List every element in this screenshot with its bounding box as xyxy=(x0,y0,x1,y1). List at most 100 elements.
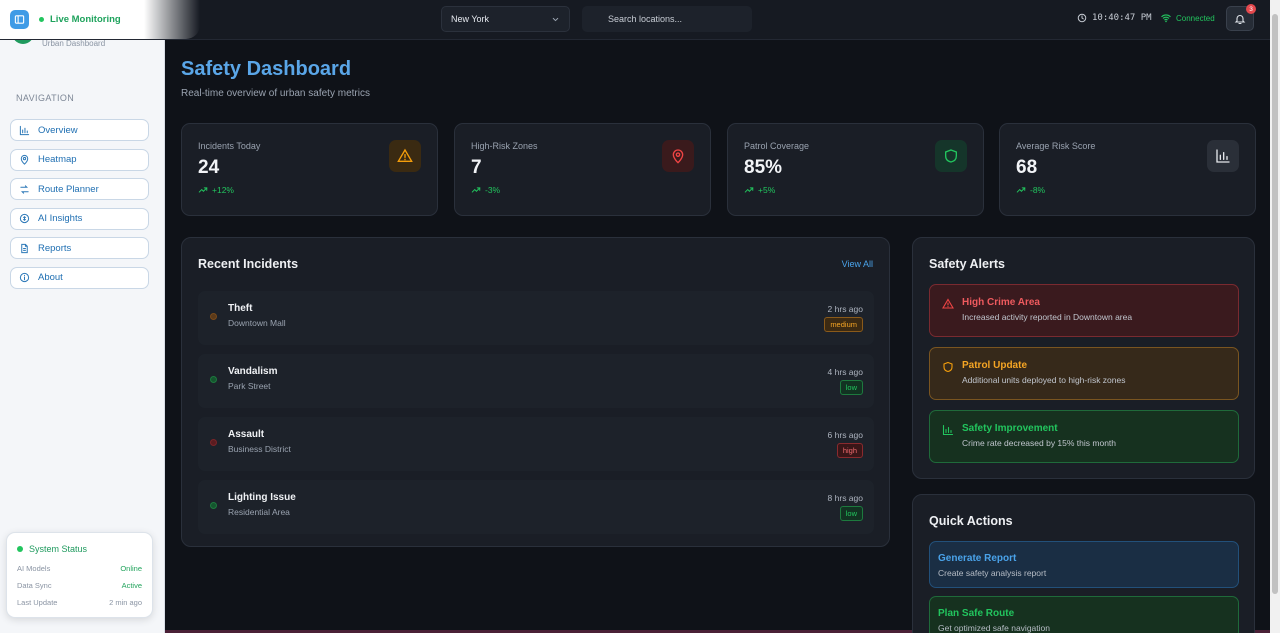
warning-icon xyxy=(942,298,954,310)
severity-dot xyxy=(210,439,217,446)
stat-value: 68 xyxy=(1016,157,1038,178)
stat-card-patrol-coverage: Patrol Coverage 85% +5% xyxy=(727,123,984,216)
trending-up-icon xyxy=(1016,185,1026,195)
stat-value: 85% xyxy=(744,157,783,178)
sidebar-item-label: AI Insights xyxy=(38,213,83,224)
sidebar-item-overview[interactable]: Overview xyxy=(10,119,149,141)
stat-change: +12% xyxy=(198,185,421,195)
bar-chart-icon xyxy=(19,125,30,136)
search-input[interactable] xyxy=(582,6,752,32)
page-subtitle: Real-time overview of urban safety metri… xyxy=(181,88,370,99)
brain-icon xyxy=(19,213,30,224)
incident-time: 6 hrs ago xyxy=(827,430,863,440)
recent-incidents-title: Recent Incidents xyxy=(198,257,299,271)
clock-icon xyxy=(1077,13,1087,23)
severity-dot xyxy=(210,502,217,509)
stat-card-high-risk-zones: High-Risk Zones 7 -3% xyxy=(454,123,711,216)
view-all-link[interactable]: View All xyxy=(842,259,873,269)
bar-chart-icon xyxy=(1207,140,1239,172)
alert-card-high-crime[interactable]: High Crime Area Increased activity repor… xyxy=(929,284,1239,337)
shield-icon xyxy=(935,140,967,172)
city-select[interactable]: New York xyxy=(441,6,570,32)
clock-time: 10:40:47 PM xyxy=(1092,13,1152,23)
chevron-down-icon xyxy=(551,15,560,24)
sidebar-item-heatmap[interactable]: Heatmap xyxy=(10,148,149,171)
stat-change: +5% xyxy=(744,185,967,195)
incident-row[interactable]: Lighting Issue Residential Area 8 hrs ag… xyxy=(198,480,874,534)
sidebar-item-label: Heatmap xyxy=(38,154,77,165)
info-icon xyxy=(19,272,30,283)
severity-badge: low xyxy=(839,506,863,521)
sidebar-item-ai-insights[interactable]: AI Insights xyxy=(10,207,149,230)
trending-up-icon xyxy=(744,185,754,195)
recent-incidents-panel: Recent Incidents View All Theft Downtown… xyxy=(181,237,890,547)
sidebar-item-label: Reports xyxy=(38,242,72,254)
brand-subtitle: Urban Dashboard xyxy=(42,39,106,48)
sidebar-toggle-button[interactable] xyxy=(10,10,29,29)
route-icon xyxy=(19,184,30,195)
stat-value: 7 xyxy=(471,157,482,178)
stat-card-average-risk-score: Average Risk Score 68 -8% xyxy=(999,123,1256,216)
nav-heading: NAVIGATION xyxy=(16,93,75,103)
trending-up-icon xyxy=(198,185,208,195)
wifi-icon xyxy=(1161,13,1171,23)
live-dot xyxy=(39,17,44,22)
sidebar-item-label: Overview xyxy=(38,124,78,136)
system-status-title: System Status xyxy=(29,544,88,554)
notifications-button[interactable]: 3 xyxy=(1226,4,1256,31)
stat-value: 24 xyxy=(198,157,220,178)
sidebar-item-label: About xyxy=(38,272,63,283)
severity-badge: high xyxy=(836,443,863,458)
scroll-thumb[interactable] xyxy=(1272,14,1278,594)
safety-alerts-title: Safety Alerts xyxy=(929,257,1005,271)
incident-time: 8 hrs ago xyxy=(827,493,863,503)
status-row: Data Sync Active xyxy=(17,581,142,590)
status-row: Last Update 2 min ago xyxy=(17,598,142,607)
incident-time: 4 hrs ago xyxy=(827,367,863,377)
severity-badge: medium xyxy=(824,317,863,332)
trending-up-icon xyxy=(471,185,481,195)
stat-change: -8% xyxy=(1016,185,1239,195)
top-bar: Live Monitoring New York 10:40:47 PM Con… xyxy=(0,0,1270,40)
sidebar-item-about[interactable]: About xyxy=(10,266,149,289)
sidebar-item-reports[interactable]: Reports xyxy=(10,237,149,259)
live-monitoring-label: Live Monitoring xyxy=(50,14,121,25)
severity-badge: low xyxy=(839,380,863,395)
safety-alerts-panel: Safety Alerts High Crime Area Increased … xyxy=(912,237,1255,479)
generate-report-button[interactable]: Generate Report Create safety analysis r… xyxy=(929,541,1239,588)
stat-card-incidents: Incidents Today 24 +12% xyxy=(181,123,438,216)
quick-actions-title: Quick Actions xyxy=(929,514,1013,528)
severity-dot xyxy=(210,376,217,383)
incident-time: 2 hrs ago xyxy=(827,304,863,314)
incident-row[interactable]: Assault Business District 6 hrs ago high xyxy=(198,417,874,471)
notification-badge: 3 xyxy=(1246,4,1256,14)
shield-icon xyxy=(942,361,954,373)
connection-status: Connected xyxy=(1161,13,1215,23)
incident-row[interactable]: Theft Downtown Mall 2 hrs ago medium xyxy=(198,291,874,345)
status-row: AI Models Online xyxy=(17,564,142,573)
sidebar: Urban Dashboard NAVIGATION Overview Heat… xyxy=(0,0,165,633)
file-icon xyxy=(19,243,30,254)
sidebar-item-route-planner[interactable]: Route Planner xyxy=(10,178,149,200)
severity-dot xyxy=(210,313,217,320)
status-dot xyxy=(17,546,23,552)
live-monitoring-pill: Live Monitoring xyxy=(0,0,200,39)
bell-icon xyxy=(1234,13,1246,25)
page-title: Safety Dashboard xyxy=(181,58,352,80)
warning-icon xyxy=(389,140,421,172)
stat-change: -3% xyxy=(471,185,694,195)
page-scrollbar[interactable] xyxy=(1270,0,1280,633)
map-pin-icon xyxy=(662,140,694,172)
sidebar-item-label: Route Planner xyxy=(38,183,99,195)
panel-icon xyxy=(14,15,25,24)
city-select-value: New York xyxy=(451,14,490,24)
alert-card-safety-improvement[interactable]: Safety Improvement Crime rate decreased … xyxy=(929,410,1239,463)
bar-chart-icon xyxy=(942,424,954,436)
alert-card-patrol-update[interactable]: Patrol Update Additional units deployed … xyxy=(929,347,1239,400)
system-status-card: System Status AI Models Online Data Sync… xyxy=(6,532,153,618)
plan-safe-route-button[interactable]: Plan Safe Route Get optimized safe navig… xyxy=(929,596,1239,633)
incident-row[interactable]: Vandalism Park Street 4 hrs ago low xyxy=(198,354,874,408)
clock: 10:40:47 PM xyxy=(1077,13,1152,23)
map-pin-icon xyxy=(19,154,30,165)
quick-actions-panel: Quick Actions Generate Report Create saf… xyxy=(912,494,1255,633)
